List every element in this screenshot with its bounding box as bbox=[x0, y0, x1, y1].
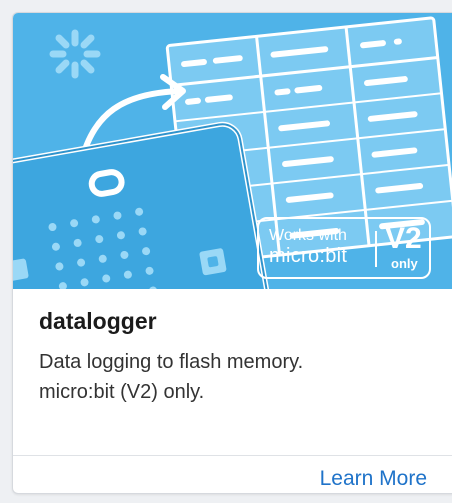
badge-version-text: V2 bbox=[385, 222, 422, 255]
extension-hero-image: Works with micro:bit V2 only bbox=[13, 13, 452, 289]
badge-qualifier-text: only bbox=[391, 256, 418, 271]
description-line: Data logging to flash memory. bbox=[39, 351, 304, 373]
extension-card[interactable]: Works with micro:bit V2 only datalogger … bbox=[12, 12, 452, 494]
learn-more-link[interactable]: Learn More bbox=[320, 467, 427, 491]
extension-title: datalogger bbox=[39, 308, 157, 334]
badge-product-text: micro:bit bbox=[269, 245, 348, 267]
badge-works-with-text: Works with bbox=[269, 227, 347, 244]
extension-description: Data logging to flash memory. micro:bit … bbox=[39, 347, 429, 407]
works-with-microbit-v2-badge: Works with micro:bit V2 only bbox=[257, 217, 431, 279]
description-line: micro:bit (V2) only. bbox=[39, 381, 205, 403]
badge-divider bbox=[375, 231, 377, 267]
card-footer-divider bbox=[13, 455, 452, 456]
